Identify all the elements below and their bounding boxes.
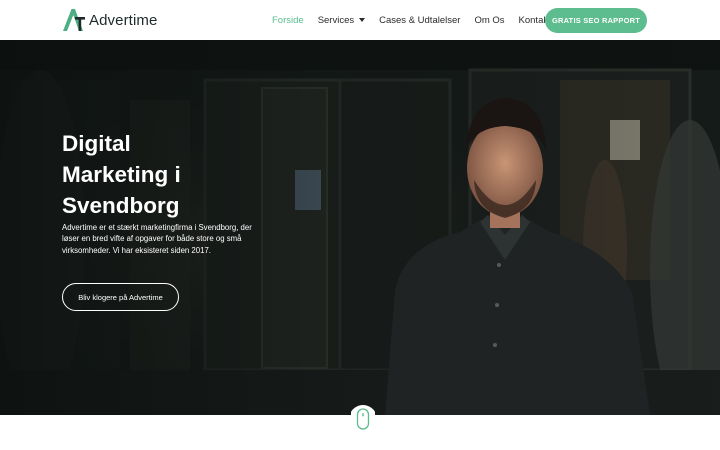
hero-title-line: Digital [62, 131, 131, 156]
hero-title-line: Marketing i [62, 162, 181, 187]
chevron-down-icon [359, 18, 366, 22]
hero-title: Digital Marketing i Svendborg [62, 128, 232, 221]
main-nav: Forside Services Cases & Udtalelser Om O… [272, 0, 565, 40]
hero-description: Advertime er et stærkt marketingfirma i … [62, 223, 252, 255]
nav-item-cases[interactable]: Cases & Udtalelser [379, 15, 460, 26]
site-header: Advertime Forside Services Cases & Udtal… [0, 0, 720, 40]
hero-section: Digital Marketing i Svendborg Advertime … [0, 40, 720, 415]
learn-more-button[interactable]: Bliv klogere på Advertime [62, 283, 179, 311]
nav-label: Cases & Udtalelser [379, 14, 461, 26]
scroll-mouse-icon[interactable] [351, 404, 375, 434]
nav-item-services[interactable]: Services [317, 14, 366, 26]
nav-label: Services [317, 14, 355, 26]
logo[interactable]: Advertime [62, 8, 157, 32]
logo-text: Advertime [89, 11, 158, 29]
nav-item-forside[interactable]: Forside [272, 15, 304, 26]
seo-report-button[interactable]: GRATIS SEO RAPPORT [545, 8, 647, 33]
nav-item-om-os[interactable]: Om Os [474, 15, 504, 26]
nav-label: Om Os [474, 14, 505, 26]
hero-title-line: Svendborg [62, 193, 180, 218]
advertime-logo-icon [63, 9, 85, 31]
nav-label: Forside [272, 14, 304, 26]
